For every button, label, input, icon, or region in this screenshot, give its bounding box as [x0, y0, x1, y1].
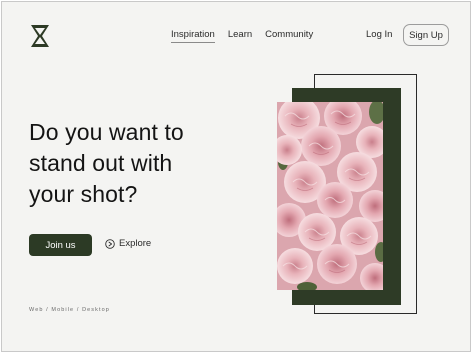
nav-item-community[interactable]: Community: [265, 29, 313, 40]
nav-item-inspiration[interactable]: Inspiration: [171, 29, 215, 43]
flower-photo: [277, 102, 383, 290]
x-star-logo-icon[interactable]: [31, 25, 49, 47]
headline-line-1: Do you want to: [29, 119, 184, 145]
explore-button[interactable]: Explore: [105, 238, 151, 249]
explore-label: Explore: [119, 238, 152, 249]
headline-line-3: your shot?: [29, 181, 138, 207]
nav-item-learn[interactable]: Learn: [228, 29, 252, 40]
landing-page: Inspiration Learn Community Log In Sign …: [1, 1, 471, 352]
headline-line-2: stand out with: [29, 150, 173, 176]
main-nav: Inspiration Learn Community: [171, 29, 313, 43]
play-circle-icon: [105, 238, 115, 249]
join-us-button[interactable]: Join us: [29, 234, 92, 256]
platforms-text: Web / Mobile / Desktop: [29, 307, 110, 313]
hero-headline: Do you want to stand out with your shot?: [29, 117, 229, 210]
signup-button[interactable]: Sign Up: [403, 24, 449, 46]
login-link[interactable]: Log In: [366, 29, 392, 40]
